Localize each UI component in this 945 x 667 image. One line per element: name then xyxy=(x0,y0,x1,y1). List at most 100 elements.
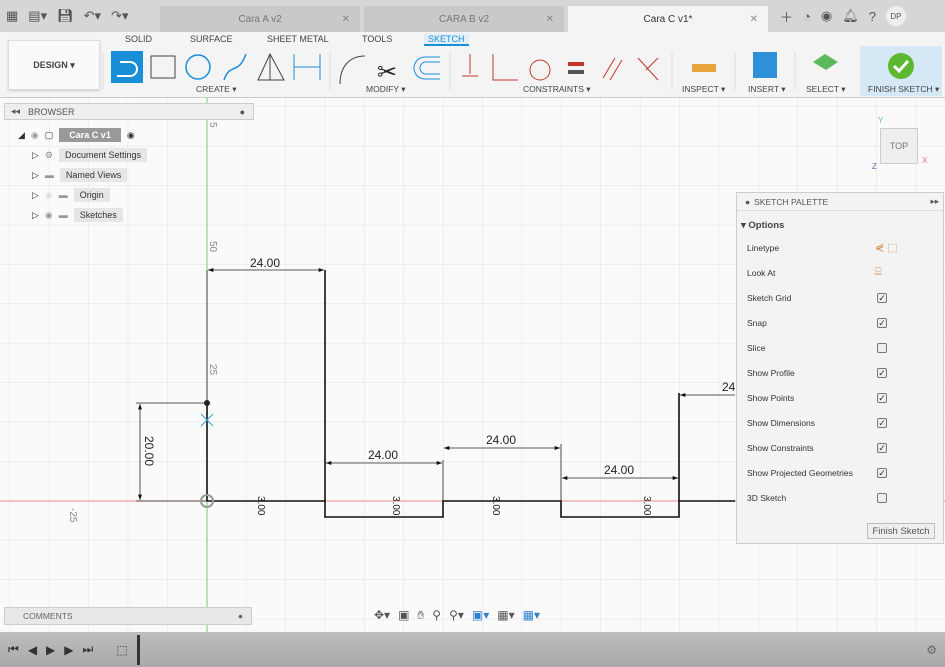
measure-icon[interactable] xyxy=(692,64,716,72)
collinear-constraint-icon[interactable] xyxy=(637,57,659,81)
line-tool-icon[interactable] xyxy=(111,51,143,83)
browser-item-origin[interactable]: ▷ ◉ ▬ Origin xyxy=(32,188,110,202)
doc-tab-cara-b[interactable]: CARA B v2 ✕ xyxy=(364,6,564,32)
group-create[interactable]: CREATE ▾ xyxy=(196,84,236,95)
doc-tab-cara-c[interactable]: Cara C v1* ✕ xyxy=(568,6,768,32)
dim-width-4[interactable]: 24.00 xyxy=(604,463,634,477)
look-at-icon[interactable]: ⌸ xyxy=(875,266,882,279)
orbit-icon[interactable]: ✥▾ xyxy=(374,608,390,623)
checkbox[interactable]: ✓ xyxy=(877,418,887,428)
parallel-constraint-icon[interactable] xyxy=(602,57,623,81)
browser-root[interactable]: ◢ ◉ ▢ Cara C v1 ◉ xyxy=(18,128,135,142)
visibility-icon[interactable]: ◉ xyxy=(45,210,53,221)
group-insert[interactable]: INSERT ▾ xyxy=(748,84,786,95)
pin-icon[interactable]: ● xyxy=(240,107,245,117)
checkbox[interactable]: ✓ xyxy=(877,393,887,403)
offset-tool-icon[interactable] xyxy=(413,56,440,80)
close-icon[interactable]: ✕ xyxy=(750,14,758,25)
group-finish-sketch[interactable]: FINISH SKETCH ▾ xyxy=(868,84,939,95)
browser-item-document-settings[interactable]: ▷ ⚙ Document Settings xyxy=(32,148,148,162)
pin-icon[interactable]: ● xyxy=(238,611,243,621)
dimension-tool-icon[interactable] xyxy=(293,54,321,80)
visibility-icon[interactable]: ◉ xyxy=(31,130,39,141)
go-to-end-icon[interactable]: ⏭ xyxy=(83,642,94,657)
finish-sketch-palette-button[interactable]: Finish Sketch xyxy=(867,523,935,539)
play-icon[interactable]: ▶ xyxy=(46,643,55,657)
trim-scissors-icon[interactable]: ✂ xyxy=(377,59,397,86)
step-back-icon[interactable]: ◀ xyxy=(28,643,37,657)
spline-tool-icon[interactable] xyxy=(223,53,247,81)
dim-width-2[interactable]: 24.00 xyxy=(368,448,398,462)
checkbox[interactable]: ✓ xyxy=(877,318,887,328)
new-tab-icon[interactable]: ＋ xyxy=(780,7,793,26)
step-forward-icon[interactable]: ▶ xyxy=(64,643,73,657)
group-constraints[interactable]: CONSTRAINTS ▾ xyxy=(523,84,591,95)
expand-icon[interactable]: ▷ xyxy=(32,210,39,221)
save-icon[interactable]: 💾︎ xyxy=(57,8,74,24)
equal-constraint-icon[interactable] xyxy=(568,62,584,66)
close-icon[interactable]: ✕ xyxy=(546,14,554,25)
dim-depth-3[interactable]: 3.00 xyxy=(490,496,501,516)
dim-depth-1[interactable]: 3.00 xyxy=(255,496,266,516)
collapse-icon[interactable]: ◂◂ xyxy=(11,106,20,117)
expand-icon[interactable]: ▷ xyxy=(32,170,39,181)
tangent-constraint-icon[interactable] xyxy=(529,59,551,81)
comments-panel[interactable]: COMMENTS ● xyxy=(4,607,252,625)
expand-icon[interactable]: ▷ xyxy=(32,150,39,161)
dim-depth-2[interactable]: 3.00 xyxy=(390,496,401,516)
file-icon[interactable]: ▤▾ xyxy=(28,8,47,24)
sketch-feature-icon[interactable]: ⬚ xyxy=(116,643,127,657)
expand-icon[interactable]: ▷ xyxy=(32,190,39,201)
pan-hand-icon[interactable]: ✋︎ xyxy=(417,608,424,623)
help-icon[interactable]: ? xyxy=(869,9,876,24)
undo-icon[interactable]: ↶▾ xyxy=(84,8,101,24)
go-to-start-icon[interactable]: ⏮ xyxy=(8,642,19,657)
sketch-point[interactable] xyxy=(204,400,210,406)
group-inspect[interactable]: INSPECT ▾ xyxy=(682,84,725,95)
grid-settings-icon[interactable]: ▦▾ xyxy=(497,608,514,623)
checkbox[interactable] xyxy=(877,493,887,503)
notifications-icon[interactable]: 🔔︎ xyxy=(842,8,859,24)
extensions-icon[interactable]: ◔ xyxy=(803,9,811,24)
rectangle-tool-icon[interactable] xyxy=(150,55,176,79)
circle-tool-icon[interactable] xyxy=(185,54,211,80)
timeline-settings-gear-icon[interactable]: ⚙ xyxy=(926,643,937,657)
pin-icon[interactable]: ● xyxy=(745,197,750,207)
redo-icon[interactable]: ↷▾ xyxy=(111,8,128,24)
avatar[interactable]: DP xyxy=(885,6,906,26)
dim-width-5[interactable]: 24 xyxy=(722,380,736,394)
checkbox[interactable]: ✓ xyxy=(877,293,887,303)
dim-depth-4[interactable]: 3.00 xyxy=(641,496,652,516)
perpendicular-constraint-icon[interactable] xyxy=(492,54,518,81)
apps-grid-icon[interactable]: ▦ xyxy=(6,8,18,24)
timeline-marker[interactable] xyxy=(136,634,140,665)
browser-panel-header[interactable]: ◂◂ BROWSER ● xyxy=(4,103,254,120)
browser-item-named-views[interactable]: ▷ ▬ Named Views xyxy=(32,168,128,182)
insert-image-icon[interactable] xyxy=(753,52,777,78)
job-status-icon[interactable]: ◉ xyxy=(821,8,832,24)
checkbox[interactable] xyxy=(877,343,887,353)
polygon-tool-icon[interactable] xyxy=(257,52,285,81)
checkbox[interactable]: ✓ xyxy=(877,368,887,378)
group-select[interactable]: SELECT ▾ xyxy=(806,84,846,95)
fit-icon[interactable]: ⚲▾ xyxy=(449,608,464,623)
expand-icon[interactable]: ◢ xyxy=(18,130,25,141)
display-settings-icon[interactable]: ▣▾ xyxy=(472,608,489,623)
dim-width-3[interactable]: 24.00 xyxy=(486,433,516,447)
look-at-icon[interactable]: ▣ xyxy=(398,608,409,623)
browser-item-sketches[interactable]: ▷ ◉ ▬ Sketches xyxy=(32,208,123,222)
close-icon[interactable]: ✕ xyxy=(342,14,350,25)
dim-height[interactable]: 20.00 xyxy=(142,436,156,466)
linetype-icon[interactable]: ⋞ ⬚ xyxy=(875,241,898,254)
activate-icon[interactable]: ◉ xyxy=(127,130,135,141)
visibility-off-icon[interactable]: ◉ xyxy=(45,190,53,201)
palette-header[interactable]: ● SKETCH PALETTE ▸▸ xyxy=(737,193,943,211)
group-modify[interactable]: MODIFY ▾ xyxy=(366,84,406,95)
zoom-icon[interactable]: ⚲ xyxy=(432,608,441,623)
fillet-tool-icon[interactable] xyxy=(339,55,366,85)
viewports-icon[interactable]: ▦▾ xyxy=(523,608,540,623)
dim-width-1[interactable]: 24.00 xyxy=(250,256,280,270)
checkbox[interactable]: ✓ xyxy=(877,443,887,453)
options-section[interactable]: ▾ Options xyxy=(741,220,784,231)
expand-icon[interactable]: ▸▸ xyxy=(930,196,939,207)
